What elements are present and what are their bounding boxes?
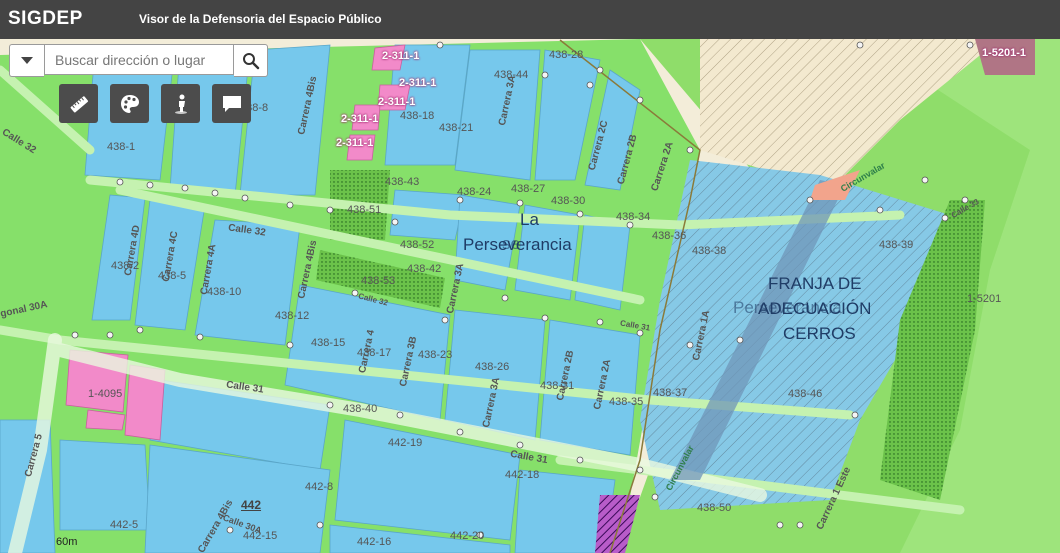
address-search — [9, 44, 268, 77]
zone-label: CERROS — [783, 324, 856, 343]
parcel-label: 438-15 — [311, 337, 346, 349]
street-view-icon — [174, 94, 187, 114]
parcel-label: 438-53 — [361, 275, 396, 287]
parcel-label: 2-311-1 — [341, 113, 379, 125]
block-label: 442 — [241, 498, 262, 512]
parcel-label: 442-5 — [110, 519, 139, 531]
parcel-label: 2-311-1 — [382, 50, 420, 62]
search-icon — [242, 52, 259, 69]
parcel-label: 438-50 — [697, 502, 732, 514]
parcel-label: 438-12 — [275, 310, 310, 322]
parcel-label: 438-38 — [692, 245, 727, 257]
search-button[interactable] — [234, 44, 268, 77]
parcel-label: 438-42 — [407, 263, 442, 275]
parcel-label: 438-23 — [418, 349, 453, 361]
neighborhood-label: La — [520, 210, 539, 229]
zone-label-overlap: Perseverancia — [733, 298, 842, 317]
parcel-label: 2-311-1 — [336, 137, 374, 149]
search-source-dropdown[interactable] — [9, 44, 44, 77]
parcel-label: 442-19 — [388, 437, 423, 449]
zone-label: FRANJA DE — [768, 274, 862, 293]
draw-style-button[interactable] — [110, 84, 149, 123]
street-view-button[interactable] — [161, 84, 200, 123]
parcel-label: 1-5201-1 — [982, 47, 1027, 59]
parcel-label: 438-28 — [549, 49, 584, 61]
parcel-label: 2-311-1 — [399, 77, 437, 89]
parcel-label: 438-26 — [475, 361, 510, 373]
app-header: SIGDEP Visor de la Defensoria del Espaci… — [0, 0, 1060, 39]
parcel-label: 438-35 — [609, 396, 644, 408]
parcel-label: 438-18 — [400, 110, 435, 122]
parcel-label: 438-1 — [107, 141, 136, 153]
parcel-label: 438-10 — [207, 286, 242, 298]
search-input[interactable] — [44, 44, 234, 75]
parcel-label: 438-36 — [652, 230, 687, 242]
parcel-label: 1-5201 — [967, 293, 1002, 305]
map-toolbar — [59, 84, 251, 123]
parcel-label: 1-4095 — [88, 388, 123, 400]
parcel-label: 438-21 — [439, 122, 474, 134]
chevron-down-icon — [21, 57, 33, 64]
measure-button[interactable] — [59, 84, 98, 123]
scale-bar-label: 60m — [56, 536, 78, 548]
parcel-label: 438-27 — [511, 183, 546, 195]
parcel-label: 442-18 — [505, 469, 540, 481]
parcel-label: 442-8 — [305, 481, 334, 493]
parcel-label: 438-24 — [457, 186, 492, 198]
parcel-label: 438-46 — [788, 388, 823, 400]
parcel-label: 438-37 — [653, 387, 688, 399]
parcel-label: 438-51 — [347, 204, 382, 216]
parcel-label: 438-40 — [343, 403, 378, 415]
app-title: Visor de la Defensoria del Espacio Públi… — [139, 12, 382, 26]
app-logo[interactable]: SIGDEP — [8, 8, 83, 30]
parcel-label: 442-16 — [357, 536, 392, 548]
neighborhood-label-overlap: se — [502, 234, 520, 253]
comment-icon — [222, 95, 241, 112]
comment-button[interactable] — [212, 84, 251, 123]
parcel-label: 2-311-1 — [378, 96, 416, 108]
parcel-label: 442-20 — [450, 530, 485, 542]
ruler-icon — [70, 95, 88, 112]
parcel-label: 438-52 — [400, 239, 435, 251]
parcel-label: 438-39 — [879, 239, 914, 251]
parcel-label: 438-43 — [385, 176, 420, 188]
parcel-label: 438-34 — [616, 211, 651, 223]
palette-icon — [120, 94, 139, 113]
parcel-label: 438-30 — [551, 195, 586, 207]
